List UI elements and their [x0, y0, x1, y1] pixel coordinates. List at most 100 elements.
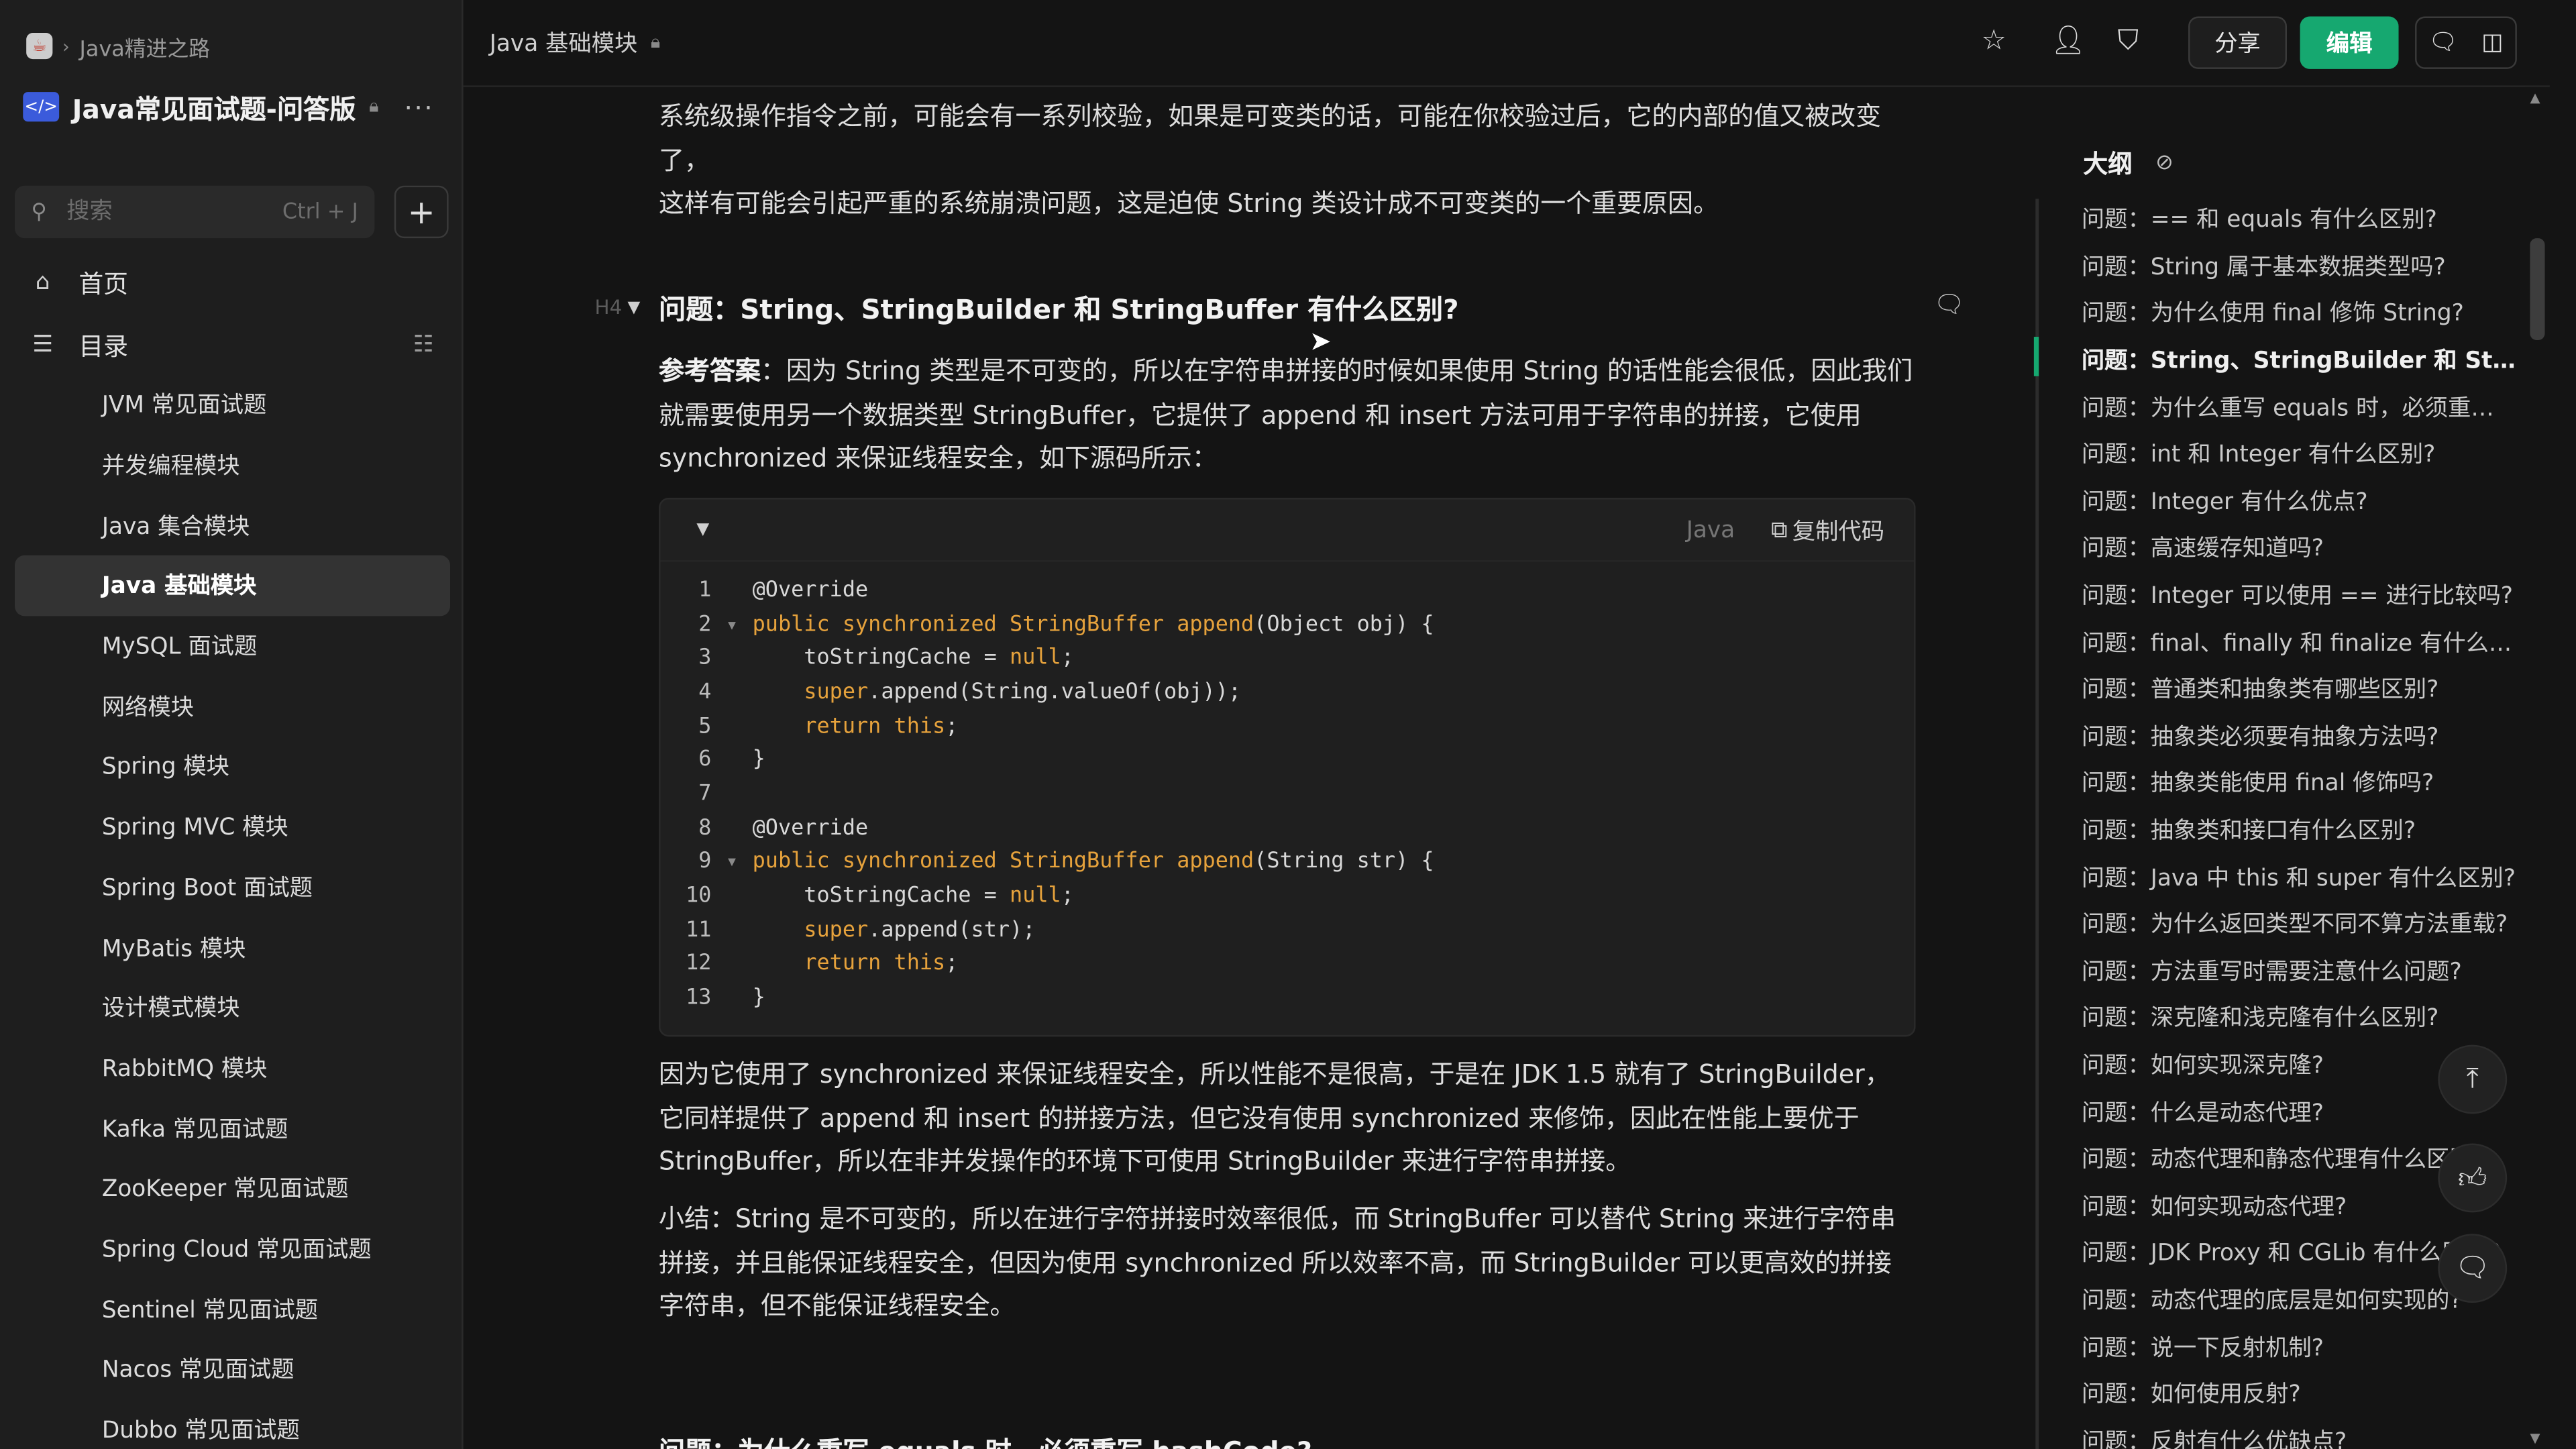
code-text: super.append(str);	[804, 918, 1036, 943]
collapse-caret-icon[interactable]: ▼	[696, 521, 709, 539]
directory-item[interactable]: 设计模式模块	[15, 977, 450, 1038]
outline-item[interactable]: 问题：反射有什么优缺点?	[2082, 1417, 2517, 1449]
outline-item-label: 问题：深克隆和浅克隆有什么区别?	[2081, 1006, 2439, 1032]
outline-header: 大纲 ⊘	[2083, 146, 2174, 180]
line-number: 10	[686, 883, 712, 909]
toc-collapse-icon[interactable]: ☷	[413, 332, 434, 358]
outline-item[interactable]: 问题：String、StringBuilder 和 StringBuffer 有…	[2082, 337, 2517, 384]
star-icon[interactable]: ☆	[1981, 25, 2006, 58]
outline-item[interactable]: 问题：为什么重写 equals 时，必须重写 hashCode?	[2082, 384, 2517, 431]
outline-item[interactable]: 问题：为什么返回类型不同不算方法重载?	[2082, 900, 2517, 947]
outline-item[interactable]: 问题：高速缓存知道吗?	[2082, 525, 2517, 572]
nav-home[interactable]: ⌂ 首页	[15, 255, 450, 311]
thumbs-up-icon: 👍︎	[2457, 1162, 2487, 1195]
directory-item[interactable]: Java 集合模块	[15, 495, 450, 555]
present-icon[interactable]: ⛉	[2118, 25, 2139, 58]
scrollbar[interactable]: ▲ ▼	[2525, 87, 2550, 1449]
like-button[interactable]: 👍︎	[2438, 1143, 2508, 1213]
outline-item-label: 问题：int 和 Integer 有什么区别?	[2081, 442, 2436, 469]
code-line: 2 ▼ public synchronized StringBuffer appen…	[660, 607, 1914, 641]
copy-code-button[interactable]: ⧉ 复制代码	[1771, 513, 1884, 546]
paragraph-line: 这样有可能会引起严重的系统崩溃问题，这是迫使 String 类设计成不可变类的一…	[659, 189, 1719, 219]
directory-item[interactable]: MySQL 面试题	[15, 616, 450, 676]
search-input[interactable]	[63, 197, 252, 227]
comments-button[interactable]: 🗨︎	[2438, 1234, 2508, 1303]
outline-item[interactable]: 问题：== 和 equals 有什么区别?	[2082, 195, 2517, 242]
line-number: 6	[698, 747, 712, 773]
code-body: 1 @Override 2 ▼ public synchronized StringBu…	[660, 562, 1914, 1016]
outline-item[interactable]: 问题：抽象类能使用 final 修饰吗?	[2082, 759, 2517, 806]
outline-item-label: 问题：如何使用反射?	[2081, 1381, 2301, 1409]
directory-item[interactable]: MyBatis 模块	[15, 917, 450, 977]
directory-item[interactable]: Spring 模块	[15, 736, 450, 796]
outline-item-label: 问题：String、StringBuilder 和 StringBuffer 有…	[2081, 348, 2517, 375]
scroll-up-icon[interactable]: ▲	[2530, 91, 2540, 105]
directory-item[interactable]: Java 基础模块	[15, 555, 451, 616]
outline-item[interactable]: 问题：抽象类必须要有抽象方法吗?	[2082, 712, 2517, 759]
search-box[interactable]: ⚲ Ctrl + J	[15, 185, 375, 239]
directory-item[interactable]: ZooKeeper 常见面试题	[15, 1158, 450, 1218]
heading-row[interactable]: H4 ▼ 问题：String、StringBuilder 和 StringBuf…	[595, 288, 1959, 327]
outline-item[interactable]: 问题：抽象类和接口有什么区别?	[2082, 806, 2517, 853]
back-to-top-button[interactable]: ⤒	[2438, 1044, 2508, 1114]
code-language[interactable]: Java	[1686, 517, 1735, 543]
knowledge-base-title-row[interactable]: </> Java常见面试题-问答版 🔒︎	[23, 85, 378, 128]
outline-item[interactable]: 问题：为什么使用 final 修饰 String?	[2082, 289, 2517, 336]
outline-title: 大纲	[2083, 149, 2133, 179]
line-number: 4	[698, 680, 712, 705]
directory-item[interactable]: Spring MVC 模块	[15, 796, 450, 857]
collapse-caret-icon[interactable]: ▼	[628, 298, 659, 316]
breadcrumb-root[interactable]: Java精进之路	[80, 30, 211, 62]
scrollbar-thumb[interactable]	[2530, 238, 2545, 340]
outline-item[interactable]: 问题：Integer 可以使用 == 进行比较吗?	[2082, 572, 2517, 619]
code-line: 10 toStringCache = null;	[660, 879, 1914, 914]
outline-item[interactable]: 问题：Java 中 this 和 super 有什么区别?	[2082, 853, 2517, 900]
fold-caret-icon[interactable]: ▼	[711, 855, 752, 869]
more-icon[interactable]: ···	[404, 92, 434, 123]
directory-item[interactable]: JVM 常见面试题	[15, 374, 450, 435]
directory-item[interactable]: Nacos 常见面试题	[15, 1339, 450, 1399]
outline-item[interactable]: 问题：Integer 有什么优点?	[2082, 478, 2517, 525]
knowledge-base-title[interactable]: Java常见面试题-问答版	[72, 87, 356, 127]
directory-item[interactable]: Spring Cloud 常见面试题	[15, 1218, 450, 1279]
sidebar-layout-icon[interactable]: ◫	[2481, 30, 2503, 56]
eye-off-icon[interactable]: ⊘	[2155, 151, 2174, 176]
chevron-right-icon: ›	[62, 35, 70, 57]
answer-label: 参考答案	[659, 356, 761, 386]
nav-toc-label: 目录	[78, 331, 129, 361]
share-button[interactable]: 分享	[2188, 16, 2288, 69]
directory-item[interactable]: 网络模块	[15, 676, 450, 737]
directory-item[interactable]: Kafka 常见面试题	[15, 1098, 450, 1159]
outline-item[interactable]: 问题：如何使用反射?	[2082, 1370, 2517, 1417]
add-button[interactable]: +	[394, 185, 449, 239]
comment-icon[interactable]: 🗨︎	[1933, 289, 1965, 319]
outline-item[interactable]: 问题：深克隆和浅克隆有什么区别?	[2082, 994, 2517, 1041]
fold-caret-icon[interactable]: ▼	[711, 617, 752, 632]
directory-item[interactable]: 并发编程模块	[15, 435, 450, 495]
add-collaborator-icon[interactable]: 👤︎	[2050, 25, 2086, 58]
code-text: @Override	[752, 816, 869, 841]
scroll-down-icon[interactable]: ▼	[2530, 1431, 2540, 1446]
comment-icon[interactable]: 🗨︎	[2428, 30, 2458, 56]
search-icon: ⚲	[31, 199, 47, 225]
outline-item[interactable]: 问题：String 属于基本数据类型吗?	[2082, 242, 2517, 289]
outline-item-label: 问题：为什么返回类型不同不算方法重载?	[2081, 912, 2508, 938]
mouse-cursor-icon: ➤	[1309, 325, 1332, 357]
directory-item[interactable]: Spring Boot 面试题	[15, 857, 450, 917]
section-heading: 问题：String、StringBuilder 和 StringBuffer 有…	[659, 294, 1459, 325]
outline-item[interactable]: 问题：方法重写时需要注意什么问题?	[2082, 947, 2517, 994]
nav-toc[interactable]: ☰ 目录 ☷	[15, 317, 450, 373]
edit-button[interactable]: 编辑	[2300, 16, 2399, 69]
directory-item[interactable]: RabbitMQ 模块	[15, 1038, 450, 1098]
outline-item[interactable]: 问题：普通类和抽象类有哪些区别?	[2082, 665, 2517, 712]
outline-item[interactable]: 问题：说一下反射机制?	[2082, 1323, 2517, 1370]
outline-item[interactable]: 问题：final、finally 和 finalize 有什么区别?	[2082, 619, 2517, 665]
directory-item[interactable]: Dubbo 常见面试题	[15, 1399, 450, 1449]
app-icon[interactable]: ☕	[26, 32, 53, 60]
copy-icon: ⧉	[1771, 517, 1788, 543]
outline-item[interactable]: 问题：int 和 Integer 有什么区别?	[2082, 431, 2517, 478]
directory-item[interactable]: Sentinel 常见面试题	[15, 1279, 450, 1339]
code-line: 8 @Override	[660, 811, 1914, 845]
arrow-up-icon: ⤒	[2466, 1063, 2479, 1096]
breadcrumb: ☕ › Java精进之路	[26, 30, 210, 62]
